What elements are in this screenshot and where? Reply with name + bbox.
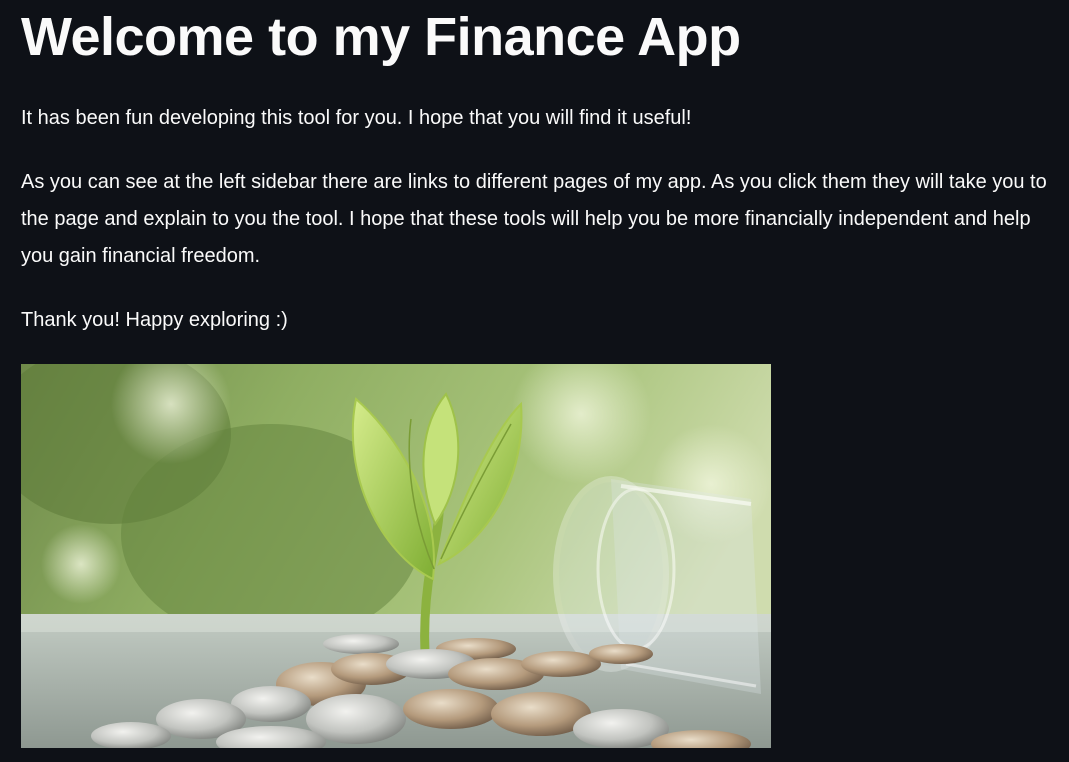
main-content: Welcome to my Finance App It has been fu…	[21, 0, 1061, 748]
hero-image	[21, 364, 771, 748]
thank-you-paragraph: Thank you! Happy exploring :)	[21, 309, 288, 331]
sidebar-explanation-paragraph: As you can see at the left sidebar there…	[21, 171, 1047, 267]
page-title: Welcome to my Finance App	[21, 7, 741, 67]
intro-paragraph: It has been fun developing this tool for…	[21, 107, 692, 129]
